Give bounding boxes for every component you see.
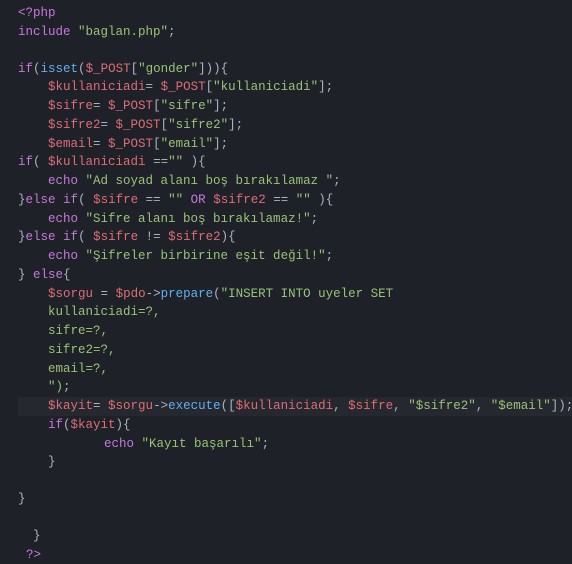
variable: $sifre bbox=[348, 399, 393, 413]
code-line: echo "Kayıt başarılı"; bbox=[18, 435, 572, 454]
prepare-method: prepare bbox=[161, 287, 214, 301]
code-line: $email= $_POST["email"]; bbox=[18, 135, 572, 154]
code-line: } bbox=[18, 527, 572, 546]
variable: $sifre bbox=[48, 99, 93, 113]
code-line: $sifre= $_POST["sifre"]; bbox=[18, 97, 572, 116]
code-line: }else if( $sifre != $sifre2){ bbox=[18, 228, 572, 247]
code-editor-view: <?php include "baglan.php"; if(isset($_P… bbox=[0, 4, 572, 564]
variable: $sifre2 bbox=[213, 193, 266, 207]
variable: $email bbox=[48, 137, 93, 151]
post-global: $_POST bbox=[108, 137, 153, 151]
code-line: $kullaniciadi= $_POST["kullaniciadi"]; bbox=[18, 78, 572, 97]
variable: $sifre2 bbox=[168, 230, 221, 244]
if-keyword: if bbox=[63, 193, 78, 207]
variable: $sorgu bbox=[108, 399, 153, 413]
string-literal: "kullaniciadi" bbox=[213, 80, 318, 94]
include-keyword: include bbox=[18, 25, 71, 39]
if-keyword: if bbox=[48, 418, 63, 432]
sql-string: kullaniciadi=?, bbox=[48, 305, 161, 319]
sql-string: email=?, bbox=[48, 362, 108, 376]
string-literal: "Kayıt başarılı" bbox=[142, 437, 262, 451]
variable: $kullaniciadi bbox=[48, 155, 146, 169]
code-line: } bbox=[18, 490, 572, 509]
code-line: } bbox=[18, 453, 572, 472]
string-literal: "sifre" bbox=[161, 99, 214, 113]
or-keyword: OR bbox=[191, 193, 206, 207]
variable: $kullaniciadi bbox=[48, 80, 146, 94]
string-literal: "Ad soyad alanı boş bırakılamaz " bbox=[86, 174, 334, 188]
variable: $sifre bbox=[93, 193, 138, 207]
string-literal: "" bbox=[168, 155, 183, 169]
variable: $kullaniciadi bbox=[236, 399, 334, 413]
string-literal: "sifre2" bbox=[168, 118, 228, 132]
code-line: echo "Ad soyad alanı boş bırakılamaz "; bbox=[18, 172, 572, 191]
variable: $sifre bbox=[93, 230, 138, 244]
code-line: sifre=?, bbox=[18, 322, 572, 341]
if-keyword: if bbox=[18, 155, 33, 169]
code-line: sifre2=?, bbox=[18, 341, 572, 360]
code-line: ?> bbox=[18, 546, 572, 564]
code-line: kullaniciadi=?, bbox=[18, 303, 572, 322]
sql-string: ") bbox=[48, 380, 63, 394]
if-keyword: if bbox=[18, 62, 33, 76]
echo-keyword: echo bbox=[48, 249, 78, 263]
sql-string: sifre2=?, bbox=[48, 343, 116, 357]
string-literal: "" bbox=[168, 193, 183, 207]
string-literal: "baglan.php" bbox=[78, 25, 168, 39]
string-literal: "$sifre2" bbox=[408, 399, 476, 413]
echo-keyword: echo bbox=[48, 212, 78, 226]
echo-keyword: echo bbox=[48, 174, 78, 188]
sql-string: sifre=?, bbox=[48, 324, 108, 338]
execute-method: execute bbox=[168, 399, 221, 413]
else-keyword: else bbox=[26, 193, 56, 207]
code-line: if( $kullaniciadi =="" ){ bbox=[18, 153, 572, 172]
else-keyword: else bbox=[26, 230, 56, 244]
variable: $pdo bbox=[116, 287, 146, 301]
if-keyword: if bbox=[63, 230, 78, 244]
code-line bbox=[18, 472, 572, 490]
variable: $sorgu bbox=[48, 287, 93, 301]
sql-string: "INSERT INTO uyeler SET bbox=[221, 287, 394, 301]
php-open-tag: <?php bbox=[18, 6, 56, 20]
variable: $kayit bbox=[71, 418, 116, 432]
string-literal: "Sifre alanı boş bırakılamaz!" bbox=[86, 212, 311, 226]
code-line: } else{ bbox=[18, 266, 572, 285]
code-line: <?php bbox=[18, 4, 572, 23]
code-line: echo "Şifreler birbirine eşit değil!"; bbox=[18, 247, 572, 266]
code-line: if($kayit){ bbox=[18, 416, 572, 435]
code-line bbox=[18, 42, 572, 60]
code-line-highlighted: $kayit= $sorgu->execute([$kullaniciadi, … bbox=[18, 397, 572, 416]
code-line: }else if( $sifre == "" OR $sifre2 == "" … bbox=[18, 191, 572, 210]
code-line: if(isset($_POST["gonder"])){ bbox=[18, 60, 572, 79]
php-close-tag: ?> bbox=[18, 548, 41, 562]
string-literal: "" bbox=[296, 193, 311, 207]
echo-keyword: echo bbox=[104, 437, 134, 451]
code-line: "); bbox=[18, 378, 572, 397]
code-line: email=?, bbox=[18, 360, 572, 379]
string-literal: "gonder" bbox=[138, 62, 198, 76]
post-global: $_POST bbox=[108, 99, 153, 113]
post-global: $_POST bbox=[161, 80, 206, 94]
variable: $sifre2 bbox=[48, 118, 101, 132]
isset-function: isset bbox=[41, 62, 79, 76]
post-global: $_POST bbox=[116, 118, 161, 132]
code-line bbox=[18, 509, 572, 527]
variable: $kayit bbox=[48, 399, 93, 413]
post-global: $_POST bbox=[86, 62, 131, 76]
else-keyword: else bbox=[33, 268, 63, 282]
code-line: $sorgu = $pdo->prepare("INSERT INTO uyel… bbox=[18, 285, 572, 304]
code-line: include "baglan.php"; bbox=[18, 23, 572, 42]
string-literal: "Şifreler birbirine eşit değil!" bbox=[86, 249, 326, 263]
string-literal: "email" bbox=[161, 137, 214, 151]
code-line: $sifre2= $_POST["sifre2"]; bbox=[18, 116, 572, 135]
code-line: echo "Sifre alanı boş bırakılamaz!"; bbox=[18, 210, 572, 229]
string-literal: "$email" bbox=[491, 399, 551, 413]
